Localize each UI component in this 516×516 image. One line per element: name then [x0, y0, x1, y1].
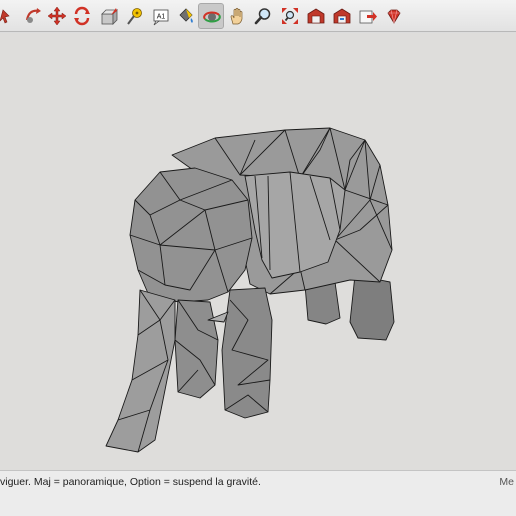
zoom-icon: [254, 8, 271, 25]
rotate-tool-button[interactable]: [20, 3, 46, 29]
share-model-icon: [359, 10, 377, 24]
orbit-tool-button[interactable]: [198, 3, 224, 29]
pan-hand-icon: [230, 7, 243, 25]
paint-bucket-tool-button[interactable]: [173, 3, 199, 29]
pan-tool-button[interactable]: [224, 3, 250, 29]
status-bar: viguer. Maj = panoramique, Option = susp…: [0, 470, 516, 516]
orbit-icon: [203, 11, 221, 23]
zoom-tool-button[interactable]: [250, 3, 276, 29]
ruby-icon: [387, 9, 401, 24]
warehouse-icon: [307, 8, 325, 24]
model-viewport[interactable]: [0, 33, 516, 470]
status-hint-text: viguer. Maj = panoramique, Option = susp…: [0, 476, 261, 488]
zoom-extents-icon: [282, 8, 298, 24]
rotate-icon: [25, 8, 41, 23]
move-tool-button[interactable]: [44, 3, 70, 29]
share-model-tool-button[interactable]: [355, 3, 381, 29]
elephant-head: [129, 167, 253, 303]
paint-bucket-icon: [179, 8, 193, 23]
elephant-back-right-leg: [349, 274, 395, 341]
elephant-front-right-leg: [221, 287, 273, 419]
tape-measure-icon: [127, 8, 142, 25]
warehouse-tool-button[interactable]: [303, 3, 329, 29]
refresh-tool-button[interactable]: [69, 3, 95, 29]
move-arrows-icon: [47, 6, 67, 26]
refresh-cycle-icon: [74, 6, 90, 26]
measurements-label: Me: [499, 476, 514, 488]
tape-measure-tool-button[interactable]: [122, 3, 148, 29]
push-pull-icon: [101, 8, 118, 25]
elephant-front-left-leg: [174, 299, 219, 399]
text-tool-label: A1: [157, 14, 166, 21]
toolbar: A1: [0, 0, 516, 32]
text-icon: A1: [153, 9, 169, 26]
elephant-model: [105, 127, 395, 453]
select-tool-button[interactable]: [0, 3, 14, 29]
extension-warehouse-tool-button[interactable]: [329, 3, 355, 29]
ruby-console-tool-button[interactable]: [381, 3, 407, 29]
zoom-extents-tool-button[interactable]: [277, 3, 303, 29]
select-arrow-icon: [0, 9, 10, 24]
push-pull-tool-button[interactable]: [96, 3, 122, 29]
text-tool-button[interactable]: A1: [148, 3, 174, 29]
extension-warehouse-icon: [333, 8, 351, 24]
